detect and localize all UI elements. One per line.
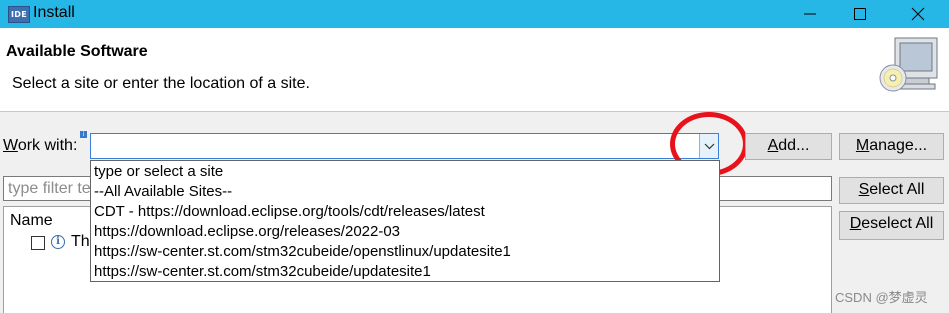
filter-placeholder: type filter te — [8, 180, 91, 197]
window-title: Install — [33, 4, 75, 21]
info-icon: i — [51, 235, 65, 249]
maximize-icon — [854, 8, 866, 20]
minimize-icon — [804, 13, 816, 15]
close-button[interactable] — [895, 0, 941, 28]
dropdown-item[interactable]: CDT - https://download.eclipse.org/tools… — [94, 202, 485, 222]
install-monitor-icon — [879, 37, 938, 92]
page-title: Available Software — [6, 43, 148, 60]
add-button[interactable]: Add... — [745, 133, 832, 160]
close-icon — [911, 7, 925, 21]
column-header-name[interactable]: Name — [10, 212, 53, 230]
site-dropdown-list[interactable]: type or select a site --All Available Si… — [90, 160, 720, 282]
row-checkbox[interactable] — [31, 236, 45, 250]
dropdown-item[interactable]: type or select a site — [94, 162, 223, 182]
deselect-all-button[interactable]: Deselect All — [839, 211, 944, 240]
manage-button[interactable]: Manage... — [839, 133, 944, 160]
select-all-button[interactable]: Select All — [839, 177, 944, 204]
title-bar: IDE Install — [0, 0, 949, 28]
watermark: CSDN @梦虚灵 — [835, 290, 928, 305]
work-with-label: Work with: — [3, 137, 78, 154]
dropdown-item[interactable]: https://sw-center.st.com/stm32cubeide/up… — [94, 262, 431, 282]
dropdown-item[interactable]: https://download.eclipse.org/releases/20… — [94, 222, 400, 242]
dropdown-item[interactable]: --All Available Sites-- — [94, 182, 232, 202]
dropdown-item[interactable]: https://sw-center.st.com/stm32cubeide/op… — [94, 242, 511, 262]
work-with-combo[interactable] — [90, 133, 719, 159]
info-decoration-icon: i — [80, 131, 87, 138]
row-label: Th — [71, 233, 90, 250]
page-description: Select a site or enter the location of a… — [12, 75, 310, 92]
maximize-button[interactable] — [837, 0, 883, 28]
wizard-header: Available Software Select a site or ente… — [0, 28, 949, 112]
minimize-button[interactable] — [787, 0, 833, 28]
ide-app-icon: IDE — [8, 6, 30, 23]
